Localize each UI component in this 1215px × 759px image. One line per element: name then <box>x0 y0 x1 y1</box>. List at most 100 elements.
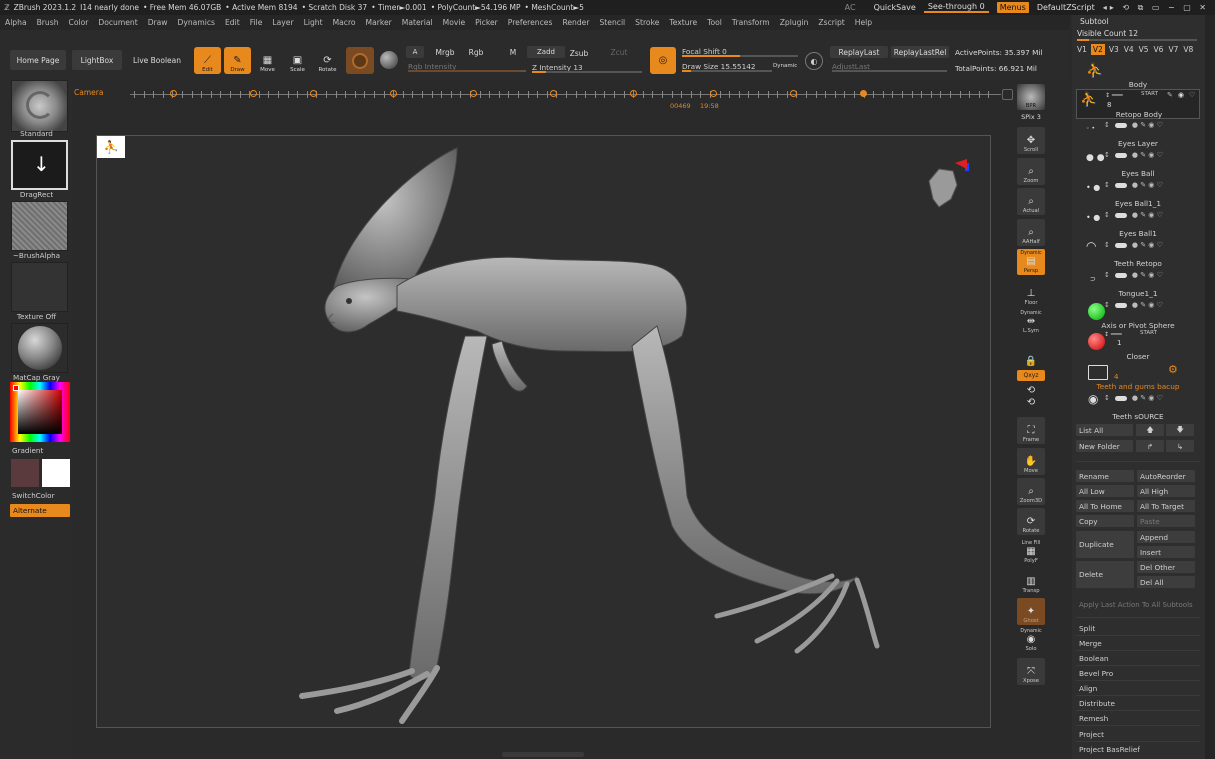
menu-render[interactable]: Render <box>557 18 594 27</box>
focal-shift-slider[interactable]: Focal Shift 0 <box>682 47 798 57</box>
subtool-item-tongue1-1[interactable]: ⊃ ↕ ● ✎ ◉ ♡ Tongue1_1 <box>1076 269 1200 299</box>
subtool-item-body[interactable]: ⛹ Body <box>1076 61 1200 91</box>
move-down-button[interactable]: 🡇 <box>1166 424 1194 436</box>
creature-model[interactable] <box>97 136 991 728</box>
menu-picker[interactable]: Picker <box>470 18 503 27</box>
menu-color[interactable]: Color <box>64 18 94 27</box>
z-intensity-slider[interactable]: Z Intensity 13 <box>532 63 642 73</box>
axis-pivot-icons[interactable]: ↕ ● ✎ ◉ ♡ <box>1104 301 1163 309</box>
zadd-toggle[interactable]: Zadd <box>527 46 565 58</box>
menu-brush[interactable]: Brush <box>32 18 64 27</box>
stroke-thumbnail[interactable]: ↓ <box>11 140 68 190</box>
menu-alpha[interactable]: Alpha <box>0 18 32 27</box>
aahalf-button[interactable]: ⌕ AAHalf <box>1017 219 1045 246</box>
version-v2[interactable]: V2 <box>1090 44 1105 55</box>
rotation-axis-icons[interactable]: ⟲ ⟲ <box>1017 384 1045 410</box>
project-section[interactable]: Project <box>1076 728 1196 740</box>
xyz-button[interactable]: Qxyz <box>1017 370 1045 381</box>
menu-edit[interactable]: Edit <box>220 18 245 27</box>
eyes-layer-icons[interactable]: ↕ ● ✎ ◉ ♡ <box>1104 121 1163 129</box>
brush-thumbnail[interactable] <box>11 80 68 132</box>
timeline-toggle-button[interactable] <box>1002 89 1013 100</box>
version-v6[interactable]: V6 <box>1153 44 1165 55</box>
version-v5[interactable]: V5 <box>1138 44 1150 55</box>
live-boolean-button[interactable]: Live Boolean <box>128 50 186 70</box>
persp-button[interactable]: Dynamic ▤ Persp <box>1017 249 1045 275</box>
all-low-button[interactable]: All Low <box>1076 485 1134 497</box>
document-canvas[interactable]: ⛹ <box>96 135 991 728</box>
primary-color-swatch[interactable] <box>11 459 39 487</box>
adjust-last-slider[interactable]: AdjustLast <box>832 62 947 72</box>
subtool-item-axis-pivot[interactable]: ↕ ● ✎ ◉ ♡ Axis or Pivot Sphere <box>1076 299 1200 330</box>
quicksave-button[interactable]: QuickSave <box>874 3 916 12</box>
menu-transform[interactable]: Transform <box>727 18 775 27</box>
move-view-button[interactable]: ✋ Move <box>1017 448 1045 475</box>
move-folder-up-button[interactable]: ↱ <box>1136 440 1164 452</box>
timeline-keyframe[interactable] <box>250 90 257 97</box>
copy-button[interactable]: Copy <box>1076 515 1134 527</box>
menu-file[interactable]: File <box>245 18 268 27</box>
menu-draw[interactable]: Draw <box>143 18 173 27</box>
auto-reorder-button[interactable]: AutoReorder <box>1137 470 1195 482</box>
lock-icon[interactable]: 🔒 <box>1017 342 1045 369</box>
eyes-ball1-1-icons[interactable]: ↕ ● ✎ ◉ ♡ <box>1104 181 1163 189</box>
floor-button[interactable]: ⊥ Floor <box>1017 280 1045 307</box>
menu-movie[interactable]: Movie <box>438 18 470 27</box>
subtool-item-eyes-layer[interactable]: ◦ • ↕ ● ✎ ◉ ♡ Eyes Layer <box>1076 119 1200 149</box>
lsym-button[interactable]: Dynamic ⇹ L.Sym <box>1017 308 1045 335</box>
timeline-keyframe[interactable] <box>790 90 797 97</box>
draw-size-slider[interactable]: Draw Size 15.55142 <box>682 62 772 72</box>
menu-tool[interactable]: Tool <box>702 18 727 27</box>
visible-count-slider[interactable]: Visible Count 12 <box>1077 29 1138 38</box>
move-mode-button[interactable]: ▦ Move <box>254 47 281 74</box>
menu-stroke[interactable]: Stroke <box>630 18 664 27</box>
timeline-keyframe[interactable] <box>550 90 557 97</box>
frame-button[interactable]: ⛶ Frame <box>1017 417 1045 444</box>
xpose-button[interactable]: ⤧ Xpose <box>1017 658 1045 685</box>
menu-marker[interactable]: Marker <box>361 18 397 27</box>
timeline-keyframe[interactable] <box>470 90 477 97</box>
home-page-button[interactable]: Home Page <box>10 50 66 70</box>
menu-preferences[interactable]: Preferences <box>503 18 558 27</box>
rotate-mode-button[interactable]: ⟳ Rotate <box>314 47 341 74</box>
zoom-button[interactable]: ⌕ Zoom <box>1017 158 1045 185</box>
rename-button[interactable]: Rename <box>1076 470 1134 482</box>
bevel-pro-section[interactable]: Bevel Pro <box>1076 667 1196 679</box>
transp-button[interactable]: ▥ Transp <box>1017 568 1045 595</box>
subtool-item-retopo-body[interactable]: ⛹ ↕ ━━━ START ✎ ◉ ♡ 8 Retopo Body <box>1076 89 1200 119</box>
ghost-button[interactable]: ✦ Ghost <box>1017 598 1045 625</box>
subtool-item-eyes-ball[interactable]: ● ● ↕ ● ✎ ◉ ♡ Eyes Ball <box>1076 149 1200 179</box>
append-button[interactable]: Append <box>1137 531 1195 543</box>
align-section[interactable]: Align <box>1076 682 1196 694</box>
bpr-button[interactable]: BPR <box>1017 84 1045 110</box>
menu-light[interactable]: Light <box>299 18 328 27</box>
menu-layer[interactable]: Layer <box>267 18 298 27</box>
delete-button[interactable]: Delete <box>1076 561 1134 588</box>
menu-dynamics[interactable]: Dynamics <box>173 18 220 27</box>
all-to-home-button[interactable]: All To Home <box>1076 500 1134 512</box>
menus-button[interactable]: Menus <box>996 2 1029 13</box>
menu-help[interactable]: Help <box>850 18 877 27</box>
retopo-body-icons[interactable]: ✎ ◉ ♡ <box>1167 91 1195 99</box>
move-folder-down-button[interactable]: ↳ <box>1166 440 1194 452</box>
material-thumbnail[interactable] <box>11 323 68 373</box>
timeline-keyframe[interactable] <box>710 90 717 97</box>
all-to-target-button[interactable]: All To Target <box>1137 500 1195 512</box>
right-scrollbar[interactable] <box>1205 15 1215 759</box>
menu-texture[interactable]: Texture <box>664 18 702 27</box>
subtool-item-teeth-retopo[interactable]: ◠ ↕ ● ✎ ◉ ♡ Teeth Retopo <box>1076 239 1200 269</box>
menu-macro[interactable]: Macro <box>328 18 361 27</box>
version-v7[interactable]: V7 <box>1167 44 1179 55</box>
m-toggle[interactable]: M <box>506 46 520 58</box>
edit-mode-button[interactable]: ⟋ Edit <box>194 47 221 74</box>
new-folder-button[interactable]: New Folder <box>1076 440 1133 452</box>
material-sphere-button[interactable] <box>346 47 374 74</box>
polyf-button[interactable]: Line Fill ▦ PolyF <box>1017 538 1045 565</box>
secondary-color-swatch[interactable] <box>42 459 70 487</box>
bottom-tray-handle[interactable] <box>502 752 584 757</box>
spix-slider[interactable]: SPix 3 <box>1017 113 1045 123</box>
del-all-button[interactable]: Del All <box>1137 576 1195 588</box>
timeline-keyframe[interactable] <box>630 90 637 97</box>
zcut-toggle[interactable]: Zcut <box>608 46 630 58</box>
lightbox-button[interactable]: LightBox <box>72 50 122 70</box>
